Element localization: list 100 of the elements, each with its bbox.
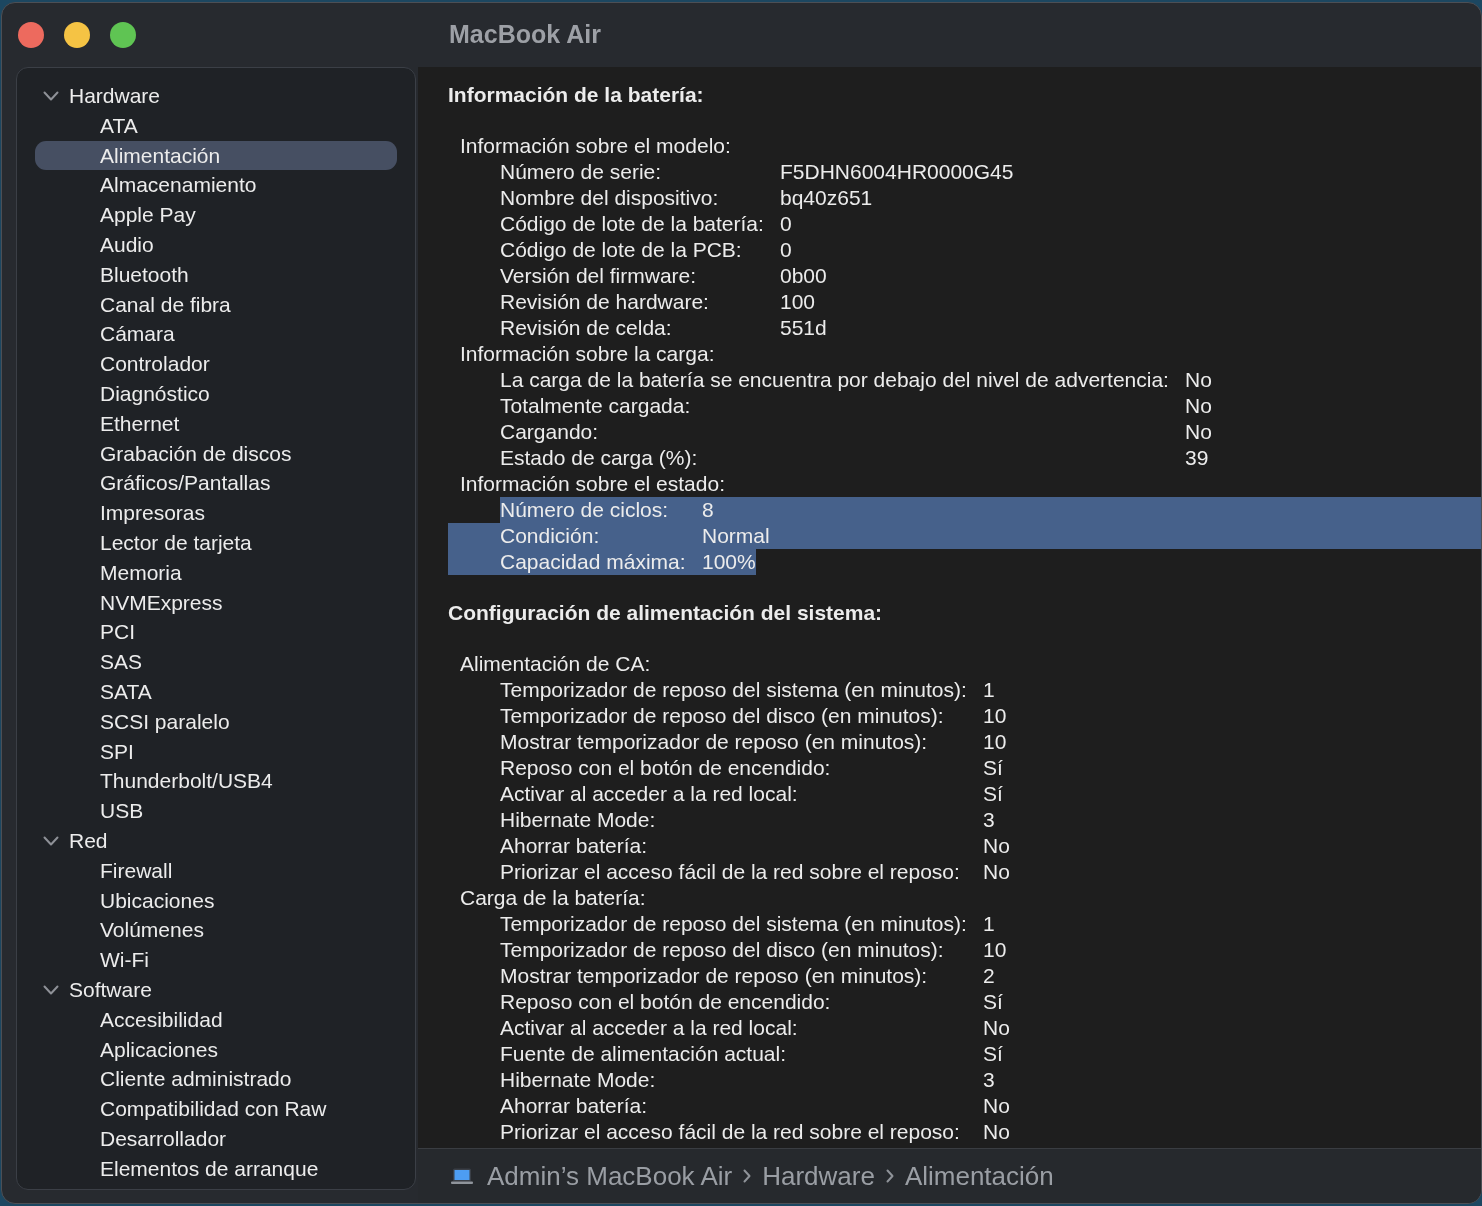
sidebar-item[interactable]: Firewall <box>35 855 397 886</box>
sidebar-item[interactable]: Ubicaciones <box>35 885 397 916</box>
field-label: Versión del firmware: <box>500 264 697 287</box>
field-label: Ahorrar batería: <box>500 834 648 857</box>
field-label: Capacidad máxima: <box>500 550 686 573</box>
sidebar-item[interactable]: Impresoras <box>35 498 397 528</box>
chevron-down-icon[interactable] <box>43 835 59 846</box>
field-value: bq40z651 <box>780 186 873 209</box>
field-value: Sí <box>983 1042 1003 1065</box>
zoom-button[interactable] <box>110 22 136 48</box>
field-value: 0 <box>780 238 792 261</box>
field-label: Temporizador de reposo del disco (en minutos): <box>500 938 944 961</box>
sidebar-item[interactable]: Diagnóstico <box>35 378 397 409</box>
sidebar-item[interactable]: Elementos de arranque <box>35 1153 397 1184</box>
sidebar-item[interactable]: Cámara <box>35 319 397 350</box>
field-value: No <box>983 834 1010 857</box>
sidebar-item[interactable]: Compatibilidad con Raw <box>35 1094 397 1124</box>
sidebar-item[interactable]: Gráficos/Pantallas <box>35 468 397 499</box>
minimize-button[interactable] <box>64 22 90 48</box>
field-value: Normal <box>702 524 770 547</box>
sidebar-item[interactable]: Lector de tarjeta <box>35 527 397 558</box>
field-value: No <box>1185 368 1212 391</box>
field-label: Priorizar el acceso fácil de la red sobre el reposo: <box>500 1120 960 1143</box>
sidebar-item[interactable]: Accesibilidad <box>35 1004 397 1035</box>
field-label: Revisión de celda: <box>500 316 672 339</box>
sidebar-item[interactable]: Aplicaciones <box>35 1034 397 1065</box>
field-label: Reposo con el botón de encendido: <box>500 990 831 1013</box>
field-value: F5DHN6004HR0000G45 <box>780 160 1014 183</box>
field-label: Temporizador de reposo del disco (en minutos): <box>500 704 944 727</box>
field-value: 551d <box>780 316 827 339</box>
sidebar-group-header[interactable]: Red <box>35 825 397 856</box>
field-label: Ahorrar batería: <box>500 1094 648 1117</box>
sidebar-item[interactable]: Audio <box>35 230 397 260</box>
field-label: La carga de la batería se encuentra por debajo del nivel de advertencia: <box>500 368 1169 391</box>
field-value: No <box>983 1120 1010 1143</box>
path-item[interactable]: Admin’s MacBook Air <box>487 1156 733 1196</box>
chevron-down-icon[interactable] <box>43 90 59 101</box>
sidebar-item[interactable]: ATA <box>35 110 397 141</box>
sidebar-item[interactable]: Volúmenes <box>35 915 397 946</box>
field-value: 100% <box>702 550 756 573</box>
path-item[interactable]: Hardware <box>762 1156 875 1196</box>
field-label: Condición: <box>500 524 600 547</box>
section-title: Información de la batería: <box>448 82 705 108</box>
field-value: No <box>983 1094 1010 1117</box>
sidebar-item[interactable]: PCI <box>35 617 397 648</box>
field-value: 10 <box>983 730 1007 753</box>
field-label: Reposo con el botón de encendido: <box>500 756 831 779</box>
field-label: Activar al acceder a la red local: <box>500 1016 798 1039</box>
sidebar-item[interactable]: Apple Pay <box>35 200 397 230</box>
field-label: Mostrar temporizador de reposo (en minutos): <box>500 964 928 987</box>
field-value: 3 <box>983 808 995 831</box>
sidebar-item[interactable]: Memoria <box>35 557 397 588</box>
sidebar-item[interactable]: Alimentación <box>35 140 397 171</box>
field-value: No <box>983 860 1010 883</box>
chevron-right-icon[interactable] <box>885 1169 894 1183</box>
sidebar-item[interactable]: Almacenamiento <box>35 170 397 201</box>
group-heading: Carga de la batería: <box>459 885 647 911</box>
chevron-down-icon[interactable] <box>43 984 59 995</box>
sidebar-item[interactable]: Grabación de discos <box>35 438 397 469</box>
field-value: 10 <box>983 938 1007 961</box>
field-label: Priorizar el acceso fácil de la red sobre el reposo: <box>500 860 960 883</box>
field-label: Hibernate Mode: <box>500 808 656 831</box>
field-label: Totalmente cargada: <box>500 394 691 417</box>
field-value: 2 <box>983 964 995 987</box>
sidebar-item[interactable]: SATA <box>35 676 397 707</box>
close-button[interactable] <box>18 22 44 48</box>
group-heading: Información sobre la carga: <box>459 341 716 367</box>
sidebar-item[interactable]: Controlador <box>35 349 397 379</box>
sidebar-item[interactable]: SPI <box>35 736 397 767</box>
laptop-icon <box>451 1168 473 1184</box>
sidebar-item[interactable]: Wi-Fi <box>35 945 397 975</box>
field-label: Código de lote de la PCB: <box>500 238 742 261</box>
field-label: Nombre del dispositivo: <box>500 186 719 209</box>
sidebar-group-header[interactable]: Hardware <box>35 81 397 111</box>
field-label: Estado de carga (%): <box>500 446 698 469</box>
chevron-right-icon[interactable] <box>743 1169 752 1183</box>
field-label: Cargando: <box>500 420 599 443</box>
field-value: 0b00 <box>780 264 827 287</box>
sidebar-group-header[interactable]: Software <box>35 974 397 1005</box>
sidebar-item[interactable]: Thunderbolt/USB4 <box>35 766 397 797</box>
field-value: Sí <box>983 782 1003 805</box>
sidebar-item[interactable]: Cliente administrado <box>35 1064 397 1095</box>
sidebar-item[interactable]: USB <box>35 796 397 826</box>
field-value: 100 <box>780 290 816 313</box>
sidebar-item[interactable]: SCSI paralelo <box>35 706 397 737</box>
field-value: Sí <box>983 756 1003 779</box>
field-value: 8 <box>702 498 714 521</box>
sidebar-item[interactable]: Desarrollador <box>35 1123 397 1154</box>
path-item[interactable]: Alimentación <box>904 1156 1054 1196</box>
sidebar-item[interactable]: Bluetooth <box>35 259 397 290</box>
sidebar-item[interactable]: NVMExpress <box>35 587 397 618</box>
field-label: Fuente de alimentación actual: <box>500 1042 786 1065</box>
field-label: Hibernate Mode: <box>500 1068 656 1091</box>
sidebar-item[interactable]: Ethernet <box>35 408 397 439</box>
field-value: 1 <box>983 678 995 701</box>
sidebar-item[interactable]: SAS <box>35 647 397 677</box>
field-label: Activar al acceder a la red local: <box>500 782 798 805</box>
sidebar-item[interactable]: Canal de fibra <box>35 289 397 320</box>
field-value: 0 <box>780 212 792 235</box>
field-label: Código de lote de la batería: <box>500 212 764 235</box>
